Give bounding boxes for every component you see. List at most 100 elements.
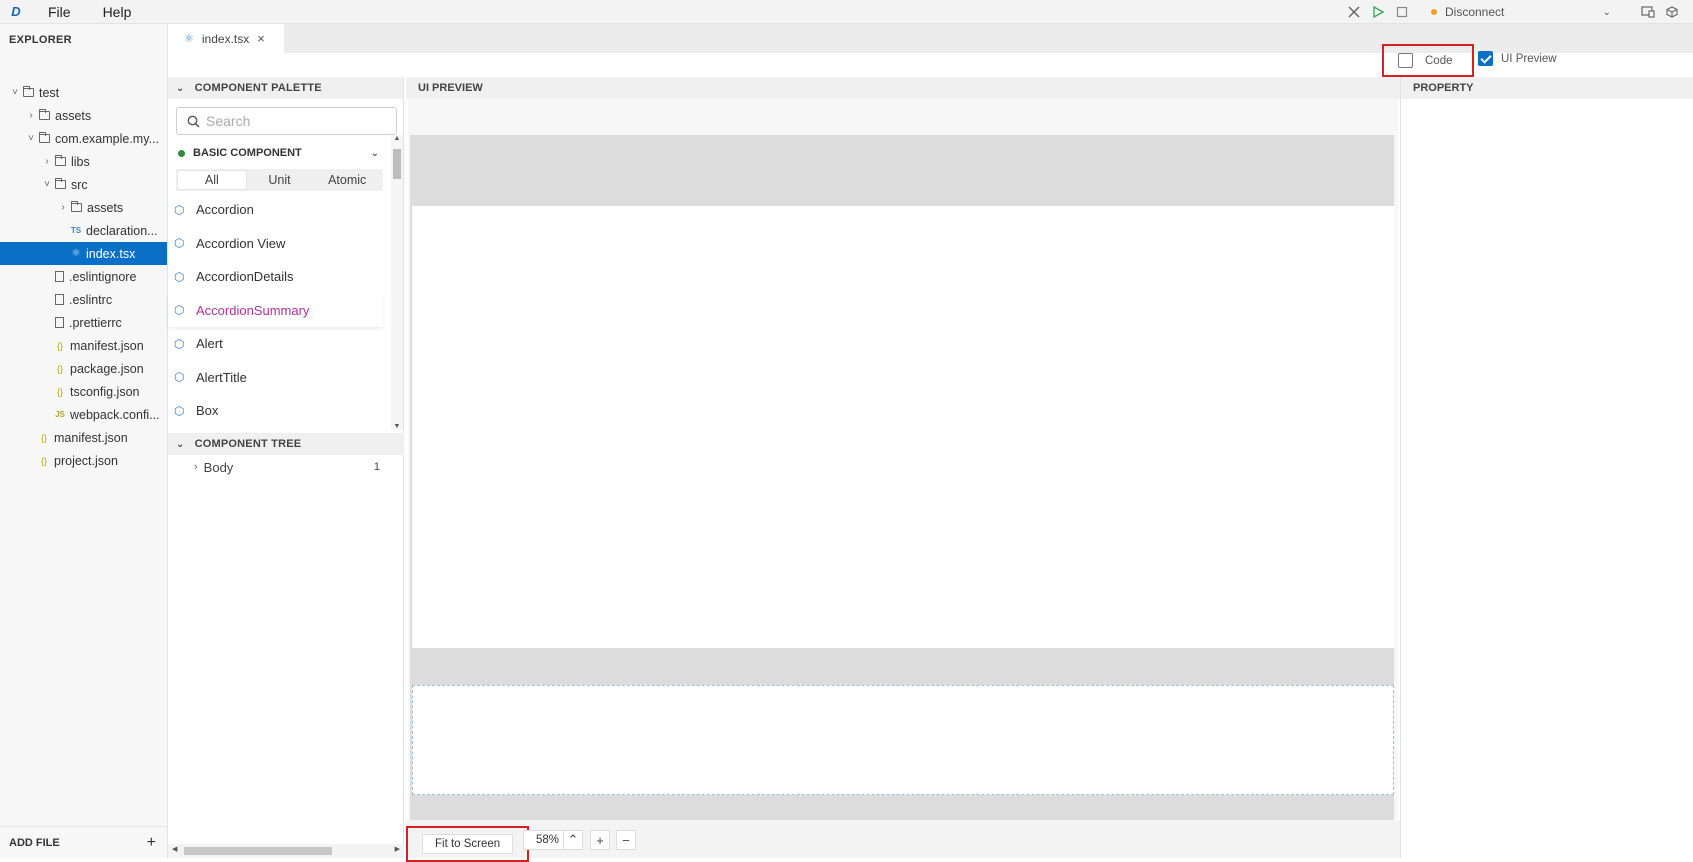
tree-item[interactable]: › assets: [0, 196, 167, 219]
tree-item[interactable]: .prettierrc: [0, 311, 167, 334]
scrollbar-thumb[interactable]: [393, 149, 401, 179]
menubar: D File Help Disconnect ⌄: [0, 0, 1693, 24]
scroll-up-icon[interactable]: ▲: [391, 135, 403, 142]
run-icon[interactable]: [1371, 5, 1385, 19]
menu-file[interactable]: File: [32, 4, 87, 20]
component-item-label: Box: [196, 403, 219, 419]
component-tree-section: ⌄ COMPONENT TREE › Body 1: [168, 433, 404, 479]
tree-item-label: .prettierrc: [69, 315, 122, 330]
chevron-down-icon: ˅: [12, 87, 18, 98]
json-file-icon: {}: [40, 455, 47, 466]
scroll-left-icon[interactable]: ◀: [172, 845, 177, 853]
preview-page-body[interactable]: [412, 206, 1394, 648]
component-palette-title: COMPONENT PALETTE: [194, 82, 322, 94]
folder-icon: [55, 155, 66, 166]
chevron-down-icon: ⌄: [176, 438, 185, 450]
ui-preview-panel: UI PREVIEW Fit to Screen 58% ⌃ + −: [406, 77, 1400, 862]
component-item[interactable]: ⬡ AccordionDetails: [168, 260, 383, 294]
tree-item-label: manifest.json: [70, 338, 144, 353]
search-input[interactable]: Search: [176, 107, 397, 135]
tree-item[interactable]: ˅ src: [0, 173, 167, 196]
tree-item-label: assets: [87, 200, 124, 215]
app-logo: D: [11, 4, 21, 19]
component-item[interactable]: ⬡ Alert: [168, 327, 383, 361]
tab-index-tsx[interactable]: ⚛ index.tsx ×: [168, 24, 284, 53]
scroll-right-icon[interactable]: ▶: [395, 845, 400, 853]
segment-all[interactable]: All: [178, 171, 246, 189]
tree-item[interactable]: TS declaration...: [0, 219, 167, 242]
tree-item[interactable]: › assets: [0, 104, 167, 127]
palette-scrollbar[interactable]: ▲ ▼: [391, 135, 403, 430]
tree-item[interactable]: .eslintignore: [0, 265, 167, 288]
file-tree: ˅ test › assets ˅ com.example.my... › libs ˅ src ›…: [0, 81, 167, 472]
tree-item[interactable]: .eslintrc: [0, 288, 167, 311]
code-toggle[interactable]: Code: [1382, 44, 1474, 77]
tree-item[interactable]: ˅ com.example.my...: [0, 127, 167, 150]
menu-help[interactable]: Help: [87, 4, 148, 20]
folder-icon: [39, 109, 50, 120]
tree-item[interactable]: {} project.json: [0, 449, 167, 472]
status-dot-icon: [1431, 9, 1437, 15]
tree-item[interactable]: ⚛ index.tsx: [0, 242, 167, 265]
device-icon[interactable]: [1641, 5, 1655, 19]
stop-icon[interactable]: [1395, 5, 1409, 19]
hscrollbar-thumb[interactable]: [184, 847, 332, 855]
json-file-icon: {}: [56, 340, 63, 351]
plus-icon[interactable]: +: [147, 834, 156, 852]
tree-item[interactable]: {} tsconfig.json: [0, 380, 167, 403]
preview-page-selected-area[interactable]: [412, 685, 1394, 795]
chevron-up-icon[interactable]: ⌃: [563, 830, 583, 850]
folder-icon: [39, 132, 50, 143]
close-icon[interactable]: ×: [257, 31, 265, 46]
component-item[interactable]: ⬡ Box: [168, 394, 383, 428]
basic-component-header[interactable]: BASIC COMPONENT ⌄: [168, 141, 403, 165]
component-cube-icon: ⬡: [174, 336, 185, 351]
code-checkbox[interactable]: [1398, 53, 1413, 68]
status-dot-icon: [178, 149, 185, 157]
component-tree-title: COMPONENT TREE: [194, 438, 302, 450]
property-title: PROPERTY: [1401, 77, 1693, 99]
fit-to-screen-button[interactable]: Fit to Screen: [422, 834, 514, 854]
javascript-file-icon: JS: [55, 410, 65, 419]
component-item-label: Alert: [196, 336, 223, 352]
preview-canvas[interactable]: [410, 135, 1394, 825]
component-tree-header[interactable]: ⌄ COMPONENT TREE: [168, 433, 404, 455]
add-file-label: ADD FILE: [9, 836, 60, 849]
toolbar: Disconnect ⌄: [1347, 0, 1693, 24]
component-item[interactable]: ⬡ AccordionSummary: [168, 294, 383, 328]
tree-item[interactable]: {} manifest.json: [0, 426, 167, 449]
component-item[interactable]: ⬡ AlertTitle: [168, 361, 383, 395]
zoom-in-button[interactable]: +: [590, 830, 610, 850]
component-item[interactable]: ⬡ Accordion View: [168, 227, 383, 261]
tree-item[interactable]: {} manifest.json: [0, 334, 167, 357]
segment-atomic[interactable]: Atomic: [313, 171, 381, 189]
fit-to-screen-highlight: Fit to Screen: [406, 826, 529, 862]
tools-icon[interactable]: [1347, 5, 1361, 19]
tree-item[interactable]: › libs: [0, 150, 167, 173]
tree-item[interactable]: {} package.json: [0, 357, 167, 380]
component-cube-icon: ⬡: [174, 403, 185, 418]
tree-node-body[interactable]: › Body 1: [168, 455, 404, 479]
ui-preview-toggle[interactable]: UI Preview: [1478, 51, 1557, 66]
basic-component-title: BASIC COMPONENT: [193, 147, 302, 159]
tree-item-label: .eslintignore: [69, 269, 137, 284]
scroll-down-icon[interactable]: ▼: [391, 423, 403, 430]
connection-select[interactable]: Disconnect ⌄: [1431, 5, 1611, 19]
component-palette-header[interactable]: ⌄ COMPONENT PALETTE: [168, 77, 403, 99]
search-icon: [187, 115, 200, 128]
zoom-out-button[interactable]: −: [616, 830, 636, 850]
tree-item-label: manifest.json: [54, 430, 128, 445]
zoom-toolbar: Fit to Screen 58% ⌃ + −: [406, 820, 1400, 862]
segment-unit[interactable]: Unit: [246, 171, 314, 189]
tree-node-label: Body: [203, 459, 234, 475]
tree-item[interactable]: JS webpack.confi...: [0, 403, 167, 426]
tree-item-label: index.tsx: [86, 246, 136, 261]
palette-hscrollbar[interactable]: ◀ ▶: [168, 844, 404, 858]
component-item[interactable]: ⬡ Accordion: [168, 193, 383, 227]
package-icon[interactable]: [1665, 5, 1679, 19]
ui-preview-checkbox[interactable]: [1478, 51, 1493, 66]
component-item-label: Accordion View: [196, 235, 286, 251]
file-icon: [55, 271, 64, 282]
chevron-right-icon: ›: [194, 461, 198, 473]
tree-item[interactable]: ˅ test: [0, 81, 167, 104]
